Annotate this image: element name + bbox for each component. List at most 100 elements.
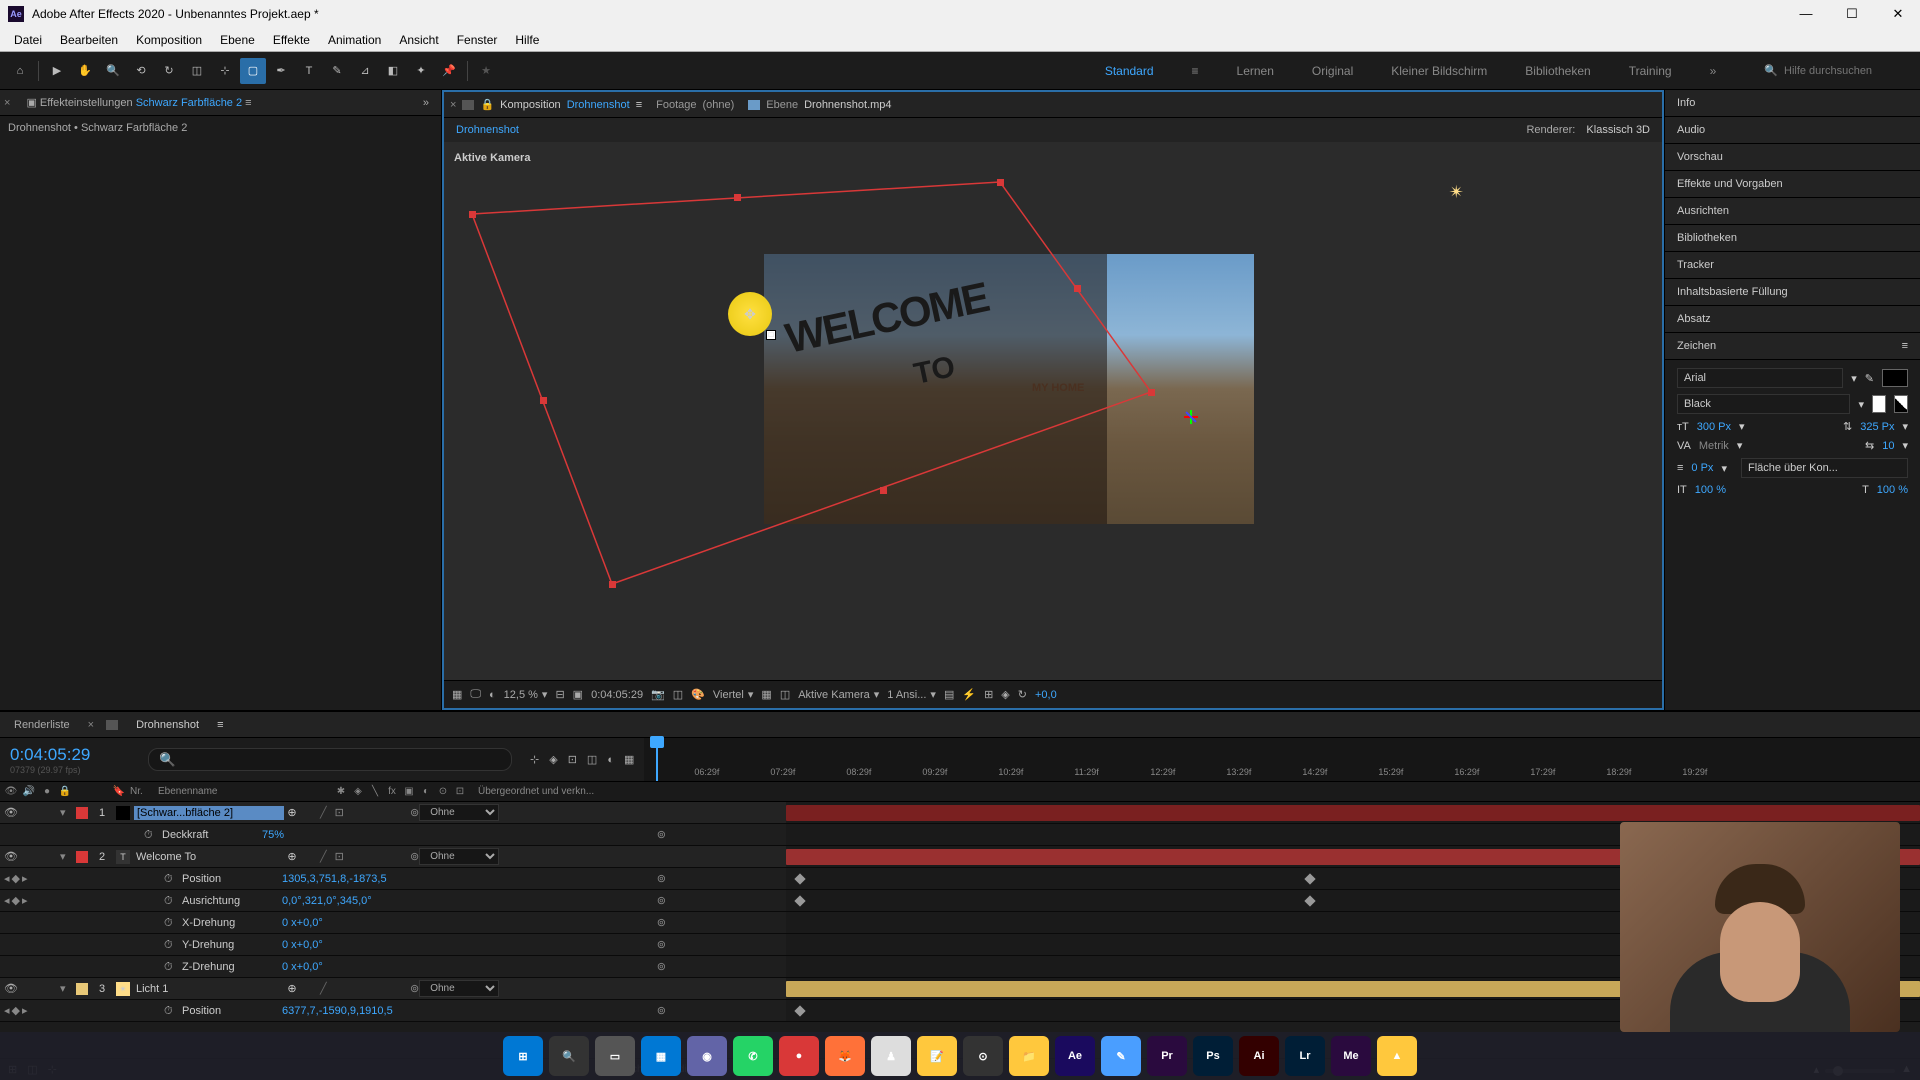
exposure-value[interactable]: +0,0 — [1035, 689, 1057, 701]
expression-pickwhip-icon[interactable]: ⊚ — [657, 938, 666, 951]
chevron-down-icon[interactable]: ▾ — [1739, 420, 1745, 433]
selection-handle[interactable] — [734, 194, 741, 201]
resolution-dropdown[interactable]: Viertel ▾ — [713, 688, 754, 701]
chevron-down-icon[interactable]: ▾ — [1902, 420, 1908, 433]
taskbar-app[interactable]: Me — [1331, 1036, 1371, 1076]
panel-menu-icon[interactable]: ≡ — [1902, 340, 1908, 352]
property-value[interactable]: 6377,7,-1590,9,1910,5 — [282, 1005, 393, 1017]
switch-icon[interactable]: ╱ — [320, 982, 327, 995]
timeline-comp-tab[interactable]: Drohnenshot — [130, 715, 205, 735]
monitor-icon[interactable]: 🖵 — [470, 688, 481, 701]
parent-pickwhip-icon[interactable]: ⊚ — [410, 806, 419, 819]
timeline-ruler[interactable]: 06:29f07:29f08:29f09:29f10:29f11:29f12:2… — [644, 738, 1920, 781]
region-icon[interactable]: ◫ — [673, 688, 683, 701]
tab-menu-icon[interactable]: ≡ — [636, 99, 642, 111]
property-name[interactable]: Y-Drehung — [182, 939, 272, 951]
hscale[interactable]: 100 % — [1877, 484, 1908, 496]
stopwatch-icon[interactable]: ⏱ — [164, 1005, 176, 1017]
parent-pickwhip-icon[interactable]: ⊚ — [410, 982, 419, 995]
stroke-mode-dropdown[interactable]: Fläche über Kon... — [1741, 458, 1908, 478]
expression-pickwhip-icon[interactable]: ⊚ — [657, 872, 666, 885]
menu-ansicht[interactable]: Ansicht — [391, 31, 446, 49]
tracking[interactable]: 10 — [1882, 440, 1894, 452]
effect-controls-tab[interactable]: ▣ Effekteinstellungen Schwarz Farbfläche… — [18, 92, 259, 113]
label-column-icon[interactable]: 🔖 — [112, 786, 126, 797]
property-name[interactable]: X-Drehung — [182, 917, 272, 929]
next-key-icon[interactable]: ▸ — [22, 1004, 28, 1017]
leading[interactable]: 325 Px — [1860, 421, 1894, 433]
selection-handle[interactable] — [540, 397, 547, 404]
stopwatch-icon[interactable]: ⏱ — [164, 917, 176, 929]
switch-icon[interactable]: ▣ — [402, 786, 416, 797]
keyframe-icon[interactable] — [1304, 895, 1315, 906]
current-time[interactable]: 0:04:05:29 07379 (29.97 fps) — [0, 738, 140, 781]
panel-vorschau[interactable]: Vorschau — [1665, 144, 1920, 171]
panel-content-fill[interactable]: Inhaltsbasierte Füllung — [1665, 279, 1920, 306]
keyframe-icon[interactable] — [794, 873, 805, 884]
close-button[interactable]: ✕ — [1884, 6, 1912, 22]
taskbar-app[interactable]: 🦊 — [825, 1036, 865, 1076]
kerning[interactable]: Metrik — [1699, 440, 1729, 452]
chevron-down-icon[interactable]: ▾ — [1737, 439, 1743, 452]
taskbar-app[interactable]: ● — [779, 1036, 819, 1076]
switch-icon[interactable]: ⊙ — [436, 786, 450, 797]
next-key-icon[interactable]: ▸ — [22, 872, 28, 885]
axis-gizmo-icon[interactable] — [1184, 416, 1202, 434]
panel-bibliotheken[interactable]: Bibliotheken — [1665, 225, 1920, 252]
stamp-tool-icon[interactable]: ⊿ — [352, 58, 378, 84]
menu-animation[interactable]: Animation — [320, 31, 389, 49]
3d-switch-icon[interactable]: ⊡ — [335, 850, 344, 863]
parent-dropdown[interactable]: Ohne — [419, 848, 499, 865]
taskbar-app[interactable]: 🔍 — [549, 1036, 589, 1076]
switch-icon[interactable]: ◈ — [351, 786, 365, 797]
3d-switch-icon[interactable]: ⊡ — [335, 806, 344, 819]
stopwatch-icon[interactable]: ⏱ — [164, 939, 176, 951]
selection-handle[interactable] — [880, 487, 887, 494]
keyframe-icon[interactable] — [794, 895, 805, 906]
workspace-lernen[interactable]: Lernen — [1227, 60, 1284, 82]
menu-ebene[interactable]: Ebene — [212, 31, 263, 49]
taskbar-app[interactable]: Pr — [1147, 1036, 1187, 1076]
label-color[interactable] — [76, 851, 88, 863]
keyframe-icon[interactable] — [1304, 873, 1315, 884]
graph-editor-icon[interactable]: ▦ — [624, 753, 634, 766]
panel-zeichen[interactable]: Zeichen ≡ — [1665, 333, 1920, 360]
zoom-dropdown[interactable]: 12,5 % ▾ — [504, 688, 548, 701]
taskbar-app[interactable]: ⊞ — [503, 1036, 543, 1076]
eye-column-icon[interactable]: 👁 — [4, 786, 18, 797]
camera-tool-icon[interactable]: ◫ — [184, 58, 210, 84]
taskbar-app[interactable]: ✆ — [733, 1036, 773, 1076]
taskbar-app[interactable]: 📝 — [917, 1036, 957, 1076]
comp-tab-komposition[interactable]: × 🔒 Komposition Drohnenshot ≡ — [450, 98, 642, 111]
parent-pickwhip-icon[interactable]: ⊚ — [410, 850, 419, 863]
shy-switch[interactable]: ⊕ — [284, 982, 300, 995]
zoom-tool-icon[interactable]: 🔍 — [100, 58, 126, 84]
switch-icon[interactable]: ╱ — [320, 850, 327, 863]
property-value[interactable]: 0 x+0,0° — [282, 961, 323, 973]
taskbar-app[interactable]: Lr — [1285, 1036, 1325, 1076]
visibility-toggle[interactable]: 👁 — [4, 850, 18, 863]
selection-handle[interactable] — [469, 211, 476, 218]
vscale[interactable]: 100 % — [1695, 484, 1726, 496]
roto-tool-icon[interactable]: ✦ — [408, 58, 434, 84]
exposure-reset-icon[interactable]: ↻ — [1018, 688, 1027, 701]
comp-tab-footage[interactable]: Footage (ohne) — [656, 99, 734, 111]
hide-shy-icon[interactable]: ⊡ — [568, 753, 577, 766]
snapshot-icon[interactable]: 📷 — [651, 688, 665, 701]
orbit-tool-icon[interactable]: ⟲ — [128, 58, 154, 84]
selection-handle[interactable] — [1074, 285, 1081, 292]
property-value[interactable]: 0 x+0,0° — [282, 939, 323, 951]
label-color[interactable] — [76, 807, 88, 819]
panel-absatz[interactable]: Absatz — [1665, 306, 1920, 333]
switch-icon[interactable]: ✱ — [334, 786, 348, 797]
menu-datei[interactable]: Datei — [6, 31, 50, 49]
chevron-down-icon[interactable]: ▾ — [1858, 398, 1864, 411]
layer-name[interactable]: [Schwar...bfläche 2] — [134, 806, 284, 820]
expression-pickwhip-icon[interactable]: ⊚ — [657, 828, 666, 841]
menu-effekte[interactable]: Effekte — [265, 31, 318, 49]
property-value[interactable]: 0,0°,321,0°,345,0° — [282, 895, 372, 907]
comp-flow-icon[interactable]: ⊹ — [530, 753, 539, 766]
menu-hilfe[interactable]: Hilfe — [507, 31, 547, 49]
shy-switch[interactable]: ⊕ — [284, 806, 300, 819]
panel-effekte[interactable]: Effekte und Vorgaben — [1665, 171, 1920, 198]
